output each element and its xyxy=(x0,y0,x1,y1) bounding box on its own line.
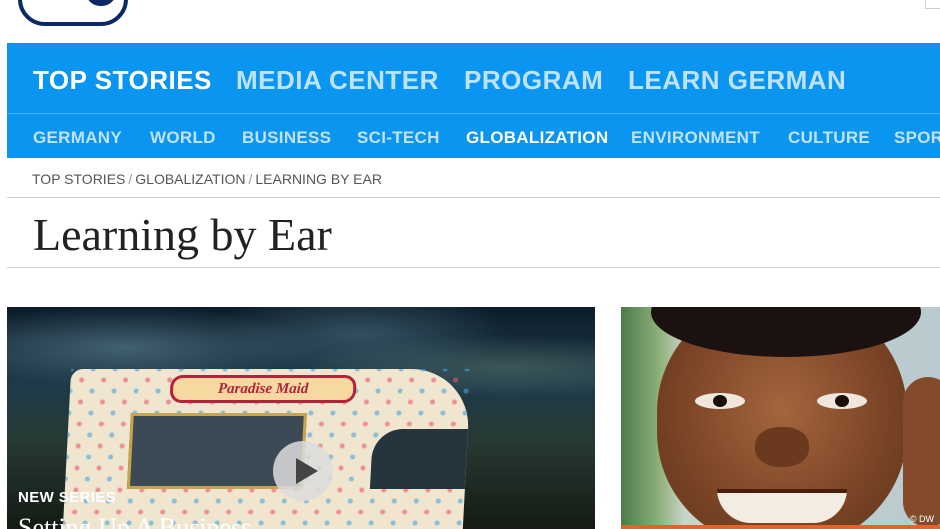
feature-card[interactable]: Paradise Maid NEW SERIES Setting Up A Bu… xyxy=(7,307,595,529)
divider-bottom xyxy=(7,267,940,268)
photo-credit: © DW xyxy=(909,514,934,524)
subnav-globalization[interactable]: GLOBALIZATION xyxy=(466,128,608,148)
nav-media-center[interactable]: MEDIA CENTER xyxy=(236,65,439,96)
nose xyxy=(755,427,809,467)
ice-cream-truck-image: Paradise Maid xyxy=(62,369,472,529)
nav-learn-german[interactable]: LEARN GERMAN xyxy=(628,65,846,96)
breadcrumb-globalization[interactable]: GLOBALIZATION xyxy=(135,171,245,187)
subnav-culture[interactable]: CULTURE xyxy=(788,128,870,148)
breadcrumb-top-stories[interactable]: TOP STORIES xyxy=(32,171,125,187)
corner-border xyxy=(925,0,940,9)
accent-strip xyxy=(621,525,940,529)
series-badge: NEW SERIES xyxy=(18,489,117,506)
hand xyxy=(903,377,940,527)
nav-top-stories[interactable]: TOP STORIES xyxy=(33,65,212,96)
right-pupil xyxy=(835,395,849,407)
play-icon[interactable] xyxy=(273,441,333,501)
subnav-sci-tech[interactable]: SCI-TECH xyxy=(357,128,440,148)
breadcrumb-current: LEARNING BY EAR xyxy=(255,171,382,187)
dw-logo-mark xyxy=(86,0,116,6)
breadcrumb-separator: / xyxy=(128,171,133,187)
truck-cab xyxy=(369,429,469,489)
divider-top xyxy=(7,197,940,198)
nav-sub-row: GERMANY WORLD BUSINESS SCI-TECH GLOBALIZ… xyxy=(7,114,940,158)
nav-main-row: TOP STORIES MEDIA CENTER PROGRAM LEARN G… xyxy=(7,43,940,113)
subnav-germany[interactable]: GERMANY xyxy=(33,128,122,148)
subnav-world[interactable]: WORLD xyxy=(150,128,216,148)
right-eye xyxy=(817,393,867,409)
nav-program[interactable]: PROGRAM xyxy=(464,65,603,96)
breadcrumb: TOP STORIES / GLOBALIZATION / LEARNING BY EA… xyxy=(32,171,382,187)
portrait-card[interactable]: © DW xyxy=(621,307,940,529)
subnav-environment[interactable]: ENVIRONMENT xyxy=(631,128,760,148)
play-triangle xyxy=(296,458,318,484)
left-eye xyxy=(695,393,745,409)
page-title: Learning by Ear xyxy=(33,209,332,260)
subnav-sport[interactable]: SPOR xyxy=(894,128,940,148)
left-pupil xyxy=(713,395,727,407)
breadcrumb-separator: / xyxy=(248,171,253,187)
main-navigation: TOP STORIES MEDIA CENTER PROGRAM LEARN G… xyxy=(7,43,940,158)
feature-title[interactable]: Setting Up A Business xyxy=(18,513,251,529)
truck-sign: Paradise Maid xyxy=(169,375,357,403)
dw-logo-icon[interactable] xyxy=(18,0,128,26)
smile xyxy=(717,489,847,523)
subnav-business[interactable]: BUSINESS xyxy=(242,128,331,148)
